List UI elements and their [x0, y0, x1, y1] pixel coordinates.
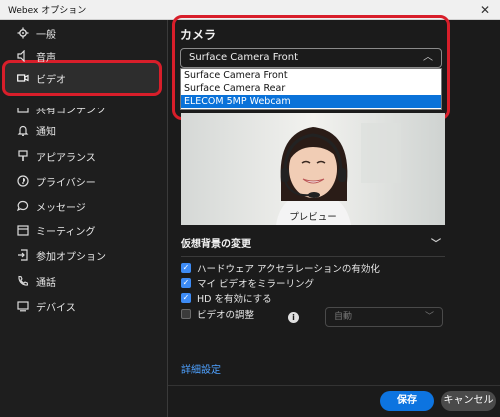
option-video-adjust[interactable]: ビデオの調整 [181, 307, 254, 321]
option-label: ビデオの調整 [197, 310, 255, 321]
calendar-icon [16, 223, 30, 237]
sidebar-item-label: ビデオ [36, 74, 66, 86]
gear-icon [16, 26, 30, 40]
advanced-settings-link[interactable]: 詳細設定 [181, 361, 221, 376]
option-mirror-video[interactable]: ✓ マイ ビデオをミラーリング [181, 276, 314, 290]
checkbox-checked[interactable]: ✓ [181, 293, 191, 303]
share-icon [16, 108, 30, 115]
sidebar-item-audio[interactable]: 音声 [16, 47, 56, 65]
sidebar-item-label: デバイス [36, 302, 76, 314]
sidebar: 一般 音声 ビデオ 共有コンテンツ 通知 アピアランス プライバシー メッセージ… [0, 20, 168, 417]
main-panel: カメラ Surface Camera Front ︿ Surface Camer… [168, 15, 500, 417]
privacy-icon [16, 174, 30, 188]
camera-dropdown-list: Surface Camera Front Surface Camera Rear… [180, 68, 442, 110]
sidebar-item-video[interactable]: ビデオ [16, 69, 66, 87]
option-label: HD を有効にする [197, 294, 272, 305]
window-title: Webex オプション [8, 6, 87, 16]
sidebar-item-label: 参加オプション [36, 251, 106, 263]
footer-divider [168, 385, 500, 386]
option-label: マイ ビデオをミラーリング [197, 279, 315, 290]
virtual-background-label: 仮想背景の変更 [181, 239, 251, 250]
adjust-select-value: 自動 [334, 312, 353, 322]
camera-option[interactable]: Surface Camera Rear [181, 82, 441, 95]
option-hardware-acceleration[interactable]: ✓ ハードウェア アクセラレーションの有効化 [181, 261, 380, 275]
sidebar-item-label: アピアランス [36, 152, 96, 164]
sidebar-item-general[interactable]: 一般 [16, 24, 56, 42]
camera-option[interactable]: Surface Camera Front [181, 69, 441, 82]
cancel-button[interactable]: キャンセル [441, 391, 496, 411]
adjust-select: 自動 ﹀ [325, 307, 443, 327]
sidebar-item-devices[interactable]: デバイス [16, 297, 76, 315]
save-button[interactable]: 保存 [380, 391, 434, 411]
device-icon [16, 299, 30, 313]
sidebar-item-label: 共有コンテンツ [36, 104, 106, 116]
message-icon [16, 199, 30, 213]
option-enable-hd[interactable]: ✓ HD を有効にする [181, 291, 272, 305]
chevron-down-icon: ﹀ [431, 239, 441, 250]
camera-select[interactable]: Surface Camera Front ︿ [180, 48, 442, 68]
phone-icon [16, 274, 30, 288]
sidebar-item-label: 通話 [36, 277, 56, 289]
option-label: ハードウェア アクセラレーションの有効化 [197, 264, 380, 275]
chevron-up-icon: ︿ [423, 52, 433, 63]
bell-icon [16, 123, 30, 137]
checkbox-unchecked[interactable] [181, 309, 191, 319]
join-icon [16, 248, 30, 262]
sidebar-item-calls[interactable]: 通話 [16, 272, 56, 290]
checkbox-checked[interactable]: ✓ [181, 263, 191, 273]
camera-select-value: Surface Camera Front [189, 52, 298, 63]
sidebar-item-label: 音声 [36, 52, 56, 64]
close-icon[interactable]: ✕ [476, 1, 494, 19]
sidebar-item-label: プライバシー [36, 177, 96, 189]
sidebar-item-label: ミーティング [36, 226, 96, 238]
sidebar-item-appearance[interactable]: アピアランス [16, 147, 96, 165]
sidebar-item-share[interactable]: 共有コンテンツ [16, 104, 106, 117]
camera-option-highlighted[interactable]: ELECOM 5MP Webcam [181, 95, 441, 108]
camera-heading: カメラ [180, 28, 217, 42]
sidebar-item-label: メッセージ [36, 202, 86, 214]
sidebar-item-join-options[interactable]: 参加オプション [16, 246, 106, 264]
sidebar-item-meetings[interactable]: ミーティング [16, 221, 95, 239]
sidebar-item-label: 一般 [36, 29, 56, 41]
sidebar-item-notifications[interactable]: 通知 [16, 121, 56, 139]
video-icon [16, 71, 30, 85]
video-preview: プレビュー [181, 113, 445, 225]
chevron-down-icon: ﹀ [424, 312, 434, 322]
sidebar-item-privacy[interactable]: プライバシー [16, 172, 96, 190]
info-icon[interactable]: i [288, 312, 299, 323]
preview-label: プレビュー [289, 212, 337, 223]
speaker-icon [16, 49, 30, 63]
sidebar-item-label: 通知 [36, 126, 56, 138]
checkbox-checked[interactable]: ✓ [181, 278, 191, 288]
paint-icon [16, 149, 30, 163]
sidebar-item-messages[interactable]: メッセージ [16, 197, 86, 215]
virtual-background-dropdown[interactable]: 仮想背景の変更 ﹀ [181, 235, 445, 253]
divider [181, 256, 445, 257]
